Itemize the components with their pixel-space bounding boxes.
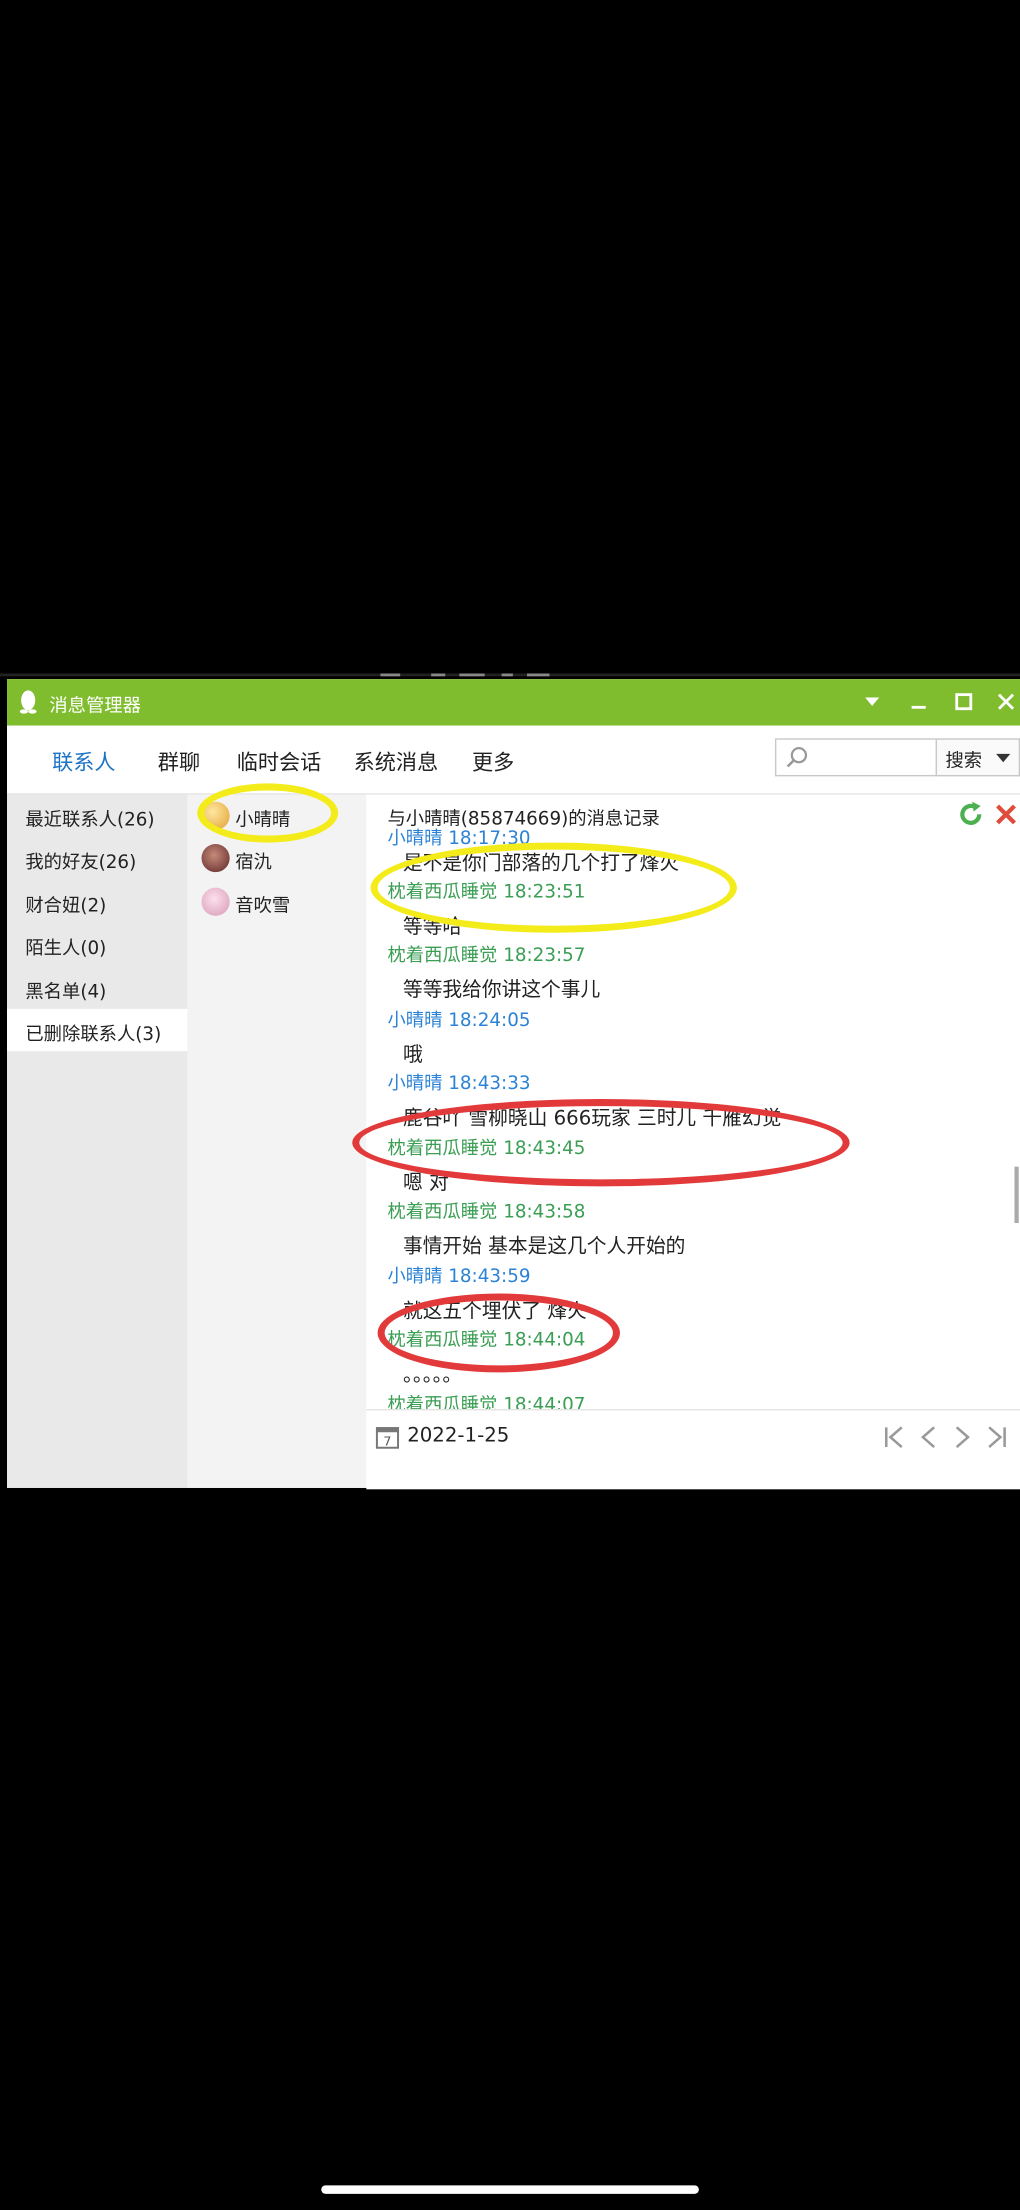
- chat-panel: 与小晴晴(85874669)的消息记录 小晴晴 18:17:30 是不是你门部落…: [366, 794, 1020, 1490]
- maximize-icon[interactable]: [951, 689, 976, 714]
- message-sender: 小晴晴 18:24:05: [387, 1010, 531, 1032]
- avatar: [201, 843, 230, 873]
- category-blacklist[interactable]: 黑名单(4): [7, 967, 187, 1009]
- message-list: 小晴晴 18:17:30 是不是你门部落的几个打了烽火 枕着西瓜睡觉 18:23…: [366, 828, 1020, 1409]
- contact-list: 小晴晴 宿氿 音吹雪: [187, 794, 367, 1488]
- contact-item[interactable]: 音吹雪: [187, 881, 366, 923]
- dropdown-icon[interactable]: [859, 689, 884, 714]
- category-sidebar: 最近联系人(26) 我的好友(26) 财合妞(2) 陌生人(0) 黑名单(4) …: [7, 794, 188, 1488]
- scrollbar[interactable]: [1014, 1166, 1019, 1224]
- message-text: 等等我给你讲这个事儿: [402, 979, 601, 1002]
- search-button-label: 搜索: [945, 750, 983, 773]
- contact-item[interactable]: 小晴晴: [187, 795, 366, 837]
- category-strangers[interactable]: 陌生人(0): [7, 923, 187, 965]
- top-edge-stripe: [0, 673, 1020, 677]
- tab-temp-session[interactable]: 临时会话: [237, 747, 322, 777]
- minimize-icon[interactable]: [906, 689, 931, 714]
- message-text: 是不是你门部落的几个打了烽火: [402, 852, 680, 875]
- category-label: 最近联系人(26): [25, 810, 155, 832]
- message-text: 事情开始 基本是这几个人开始的: [402, 1235, 686, 1259]
- message-text: 。。。。。: [402, 1363, 463, 1387]
- next-page-icon[interactable]: [948, 1422, 976, 1453]
- category-label: 陌生人(0): [25, 938, 107, 960]
- message-text: 等等哈: [402, 915, 463, 939]
- refresh-icon[interactable]: [957, 800, 985, 828]
- tab-more[interactable]: 更多: [472, 747, 514, 777]
- category-label: 已删除联系人(3): [25, 1024, 162, 1046]
- message-sender: 小晴晴 18:17:30: [387, 828, 531, 850]
- contact-name: 宿氿: [235, 852, 272, 874]
- contact-name: 音吹雪: [235, 896, 291, 918]
- svg-text:7: 7: [383, 1434, 391, 1449]
- first-page-icon[interactable]: [881, 1422, 909, 1453]
- message-sender: 小晴晴 18:43:59: [387, 1266, 531, 1288]
- category-recent-contacts[interactable]: 最近联系人(26): [7, 795, 187, 837]
- category-label: 财合妞(2): [25, 896, 107, 918]
- chat-header: 与小晴晴(85874669)的消息记录: [387, 808, 660, 830]
- search-button[interactable]: 搜索: [936, 738, 1020, 777]
- category-deleted-contacts[interactable]: 已删除联系人(3): [7, 1008, 188, 1052]
- message-sender: 枕着西瓜睡觉 18:43:58: [387, 1201, 586, 1224]
- last-page-icon[interactable]: [982, 1422, 1010, 1453]
- calendar-icon[interactable]: 7: [375, 1424, 400, 1449]
- message-text: 就这五个埋伏了 烽火: [402, 1300, 587, 1324]
- avatar: [201, 801, 230, 830]
- chat-footer: 7 2022-1-25: [366, 1409, 1020, 1490]
- message-sender: 枕着西瓜睡觉 18:23:51: [387, 882, 586, 904]
- category-label: 黑名单(4): [25, 982, 107, 1004]
- category-my-friends[interactable]: 我的好友(26): [7, 837, 187, 879]
- search-icon: [786, 747, 808, 768]
- tab-group-chat[interactable]: 群聊: [158, 747, 200, 777]
- tab-bar: 联系人 群聊 临时会话 系统消息 更多 搜索: [7, 725, 1020, 795]
- chevron-down-icon[interactable]: [996, 753, 1011, 763]
- photo-frame: 消息管理器 联系人 群聊 临时会话 系统消息 更多 搜索 最近联系人(26) 我…: [0, 0, 1020, 2209]
- contact-item[interactable]: 宿氿: [187, 837, 366, 879]
- tab-system-messages[interactable]: 系统消息: [354, 747, 439, 777]
- delete-icon[interactable]: [992, 800, 1020, 828]
- qq-penguin-icon: [19, 690, 37, 714]
- message-sender: 枕着西瓜睡觉 18:44:04: [387, 1330, 586, 1352]
- title-bar[interactable]: 消息管理器: [7, 679, 1020, 726]
- prev-page-icon[interactable]: [914, 1422, 942, 1453]
- message-text: 哦: [402, 1044, 423, 1067]
- date-label: 2022-1-25: [407, 1424, 510, 1448]
- window-title: 消息管理器: [49, 696, 141, 718]
- message-sender: 小晴晴 18:43:33: [387, 1073, 531, 1095]
- message-text: 嗯 对: [402, 1172, 449, 1195]
- search-input[interactable]: [815, 742, 937, 775]
- category-label: 我的好友(26): [25, 852, 137, 874]
- home-indicator[interactable]: [321, 2185, 699, 2194]
- message-sender: 枕着西瓜睡觉 18:44:07: [387, 1394, 586, 1409]
- message-text: 鹿谷吖 雪柳晓山 666玩家 三时儿 千雁幻觉: [402, 1107, 782, 1131]
- contact-name: 小晴晴: [235, 810, 291, 832]
- message-sender: 枕着西瓜睡觉 18:23:57: [387, 945, 586, 967]
- message-manager-window: 消息管理器 联系人 群聊 临时会话 系统消息 更多 搜索 最近联系人(26) 我…: [7, 679, 1020, 1490]
- category-group[interactable]: 财合妞(2): [7, 881, 187, 923]
- avatar: [201, 887, 230, 916]
- message-sender: 枕着西瓜睡觉 18:43:45: [387, 1138, 586, 1160]
- close-icon[interactable]: [993, 689, 1018, 714]
- tab-contacts[interactable]: 联系人: [52, 747, 115, 777]
- search-box: [774, 738, 937, 777]
